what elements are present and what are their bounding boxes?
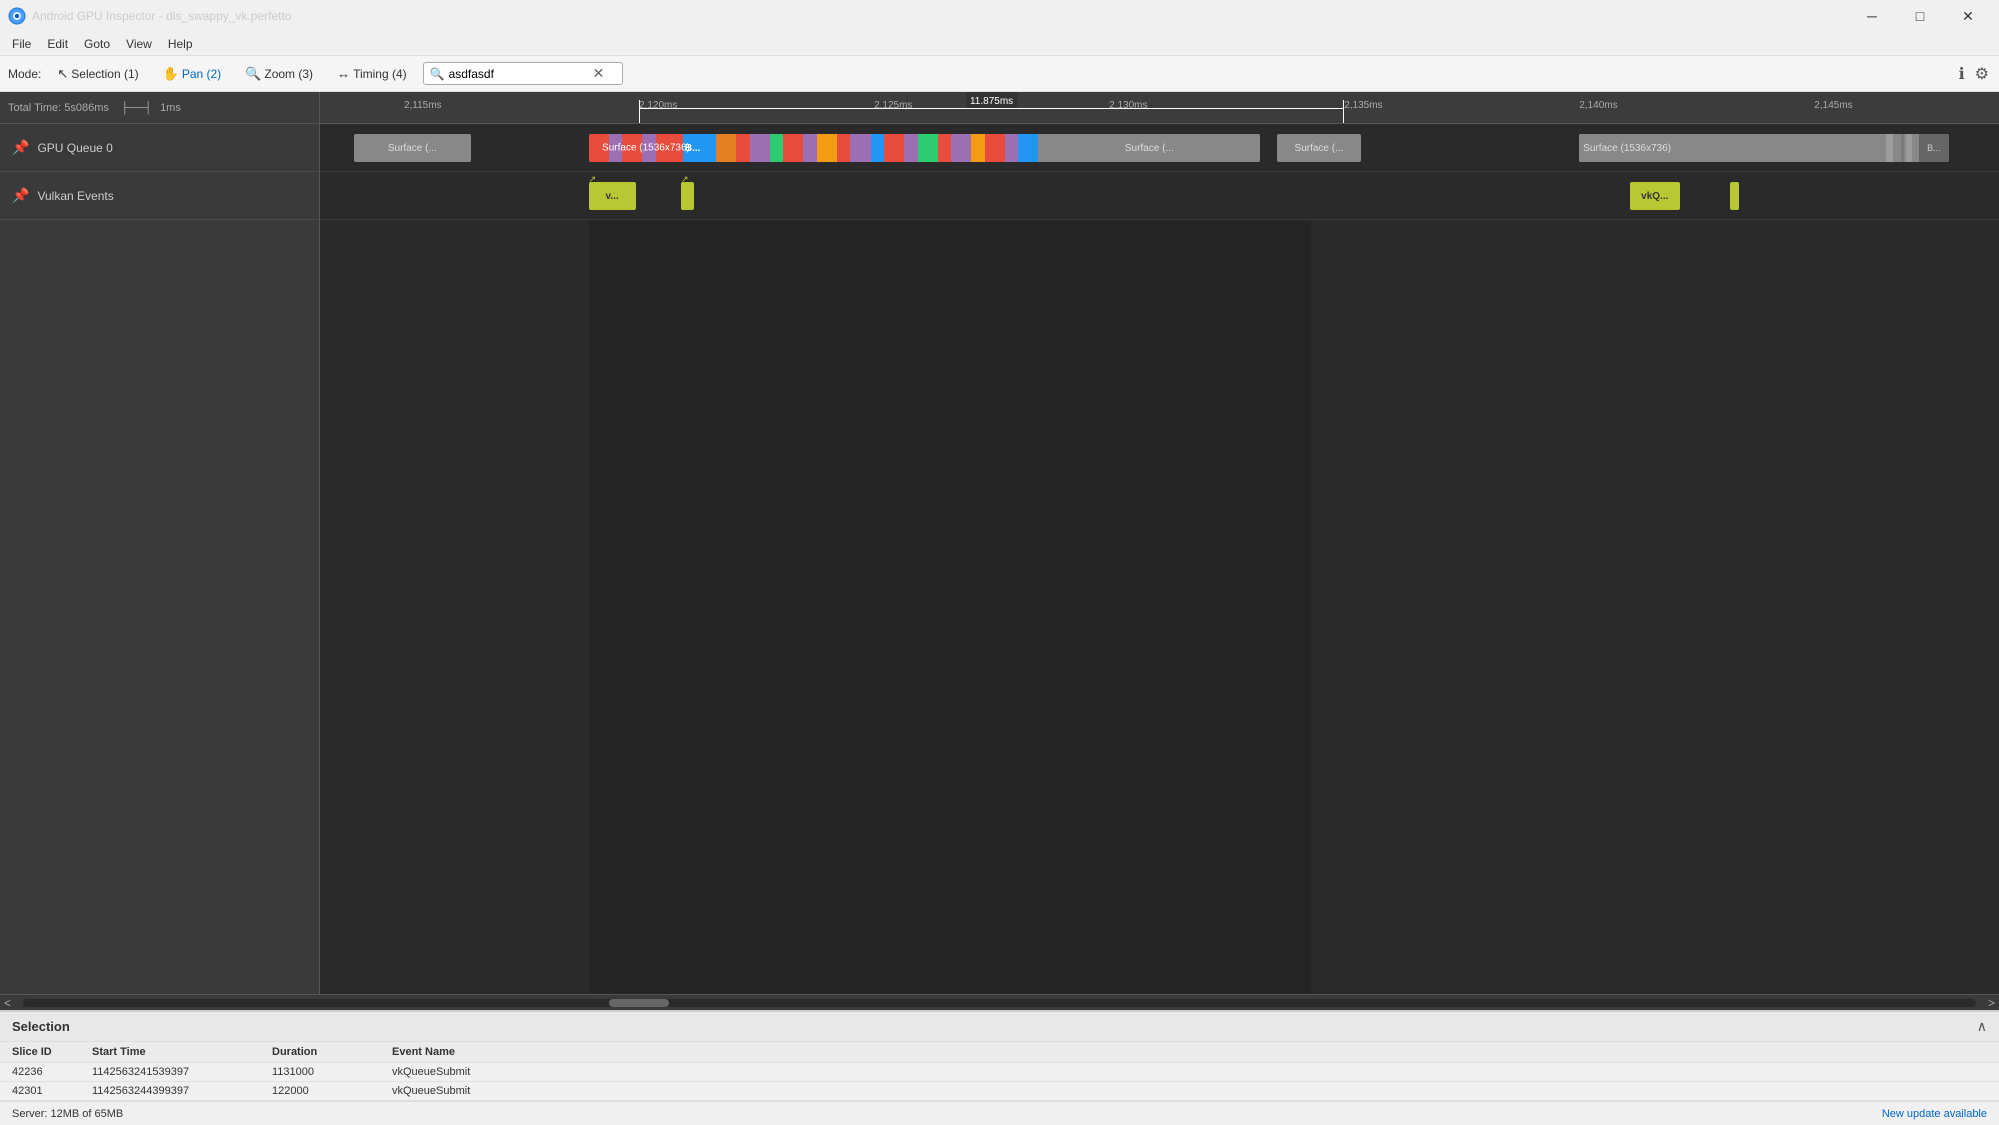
cell-slice-id-0: 42236	[12, 1066, 92, 1078]
selection-row-0[interactable]: 42236 1142563241539397 1131000 vkQueueSu…	[0, 1063, 1999, 1082]
tracks-content[interactable]: Surface (... B...	[320, 124, 1999, 994]
mode-zoom-label: Zoom (3)	[264, 67, 313, 81]
settings-button[interactable]: ⚙	[1973, 62, 1991, 86]
menu-view[interactable]: View	[118, 35, 160, 53]
title-bar: Android GPU Inspector - dls_swappy_vk.pe…	[0, 0, 1999, 32]
selection-panel: Selection ∧ Slice ID Start Time Duration…	[0, 1010, 1999, 1101]
mode-pan-label: Pan (2)	[182, 67, 221, 81]
cell-event-name-1: vkQueueSubmit	[392, 1085, 1987, 1097]
timeline-ruler: 2,115ms 2,120ms 2,125ms 2,130ms 2,135ms …	[320, 92, 1999, 123]
measure-label: 11.875ms	[966, 92, 1017, 108]
cell-event-name-0: vkQueueSubmit	[392, 1066, 1987, 1078]
timeline-wrapper: Total Time: 5s086ms ├──┤ 1ms 2,115ms 2,1…	[0, 92, 1999, 1010]
time-marker-4: 2,135ms	[1344, 100, 1382, 111]
vulkan-small-segment-2[interactable]	[1730, 182, 1738, 210]
vulkan-vkq-segment[interactable]: vkQ...	[1630, 182, 1680, 210]
menu-edit[interactable]: Edit	[39, 35, 76, 53]
scale-bar-icon: ├──┤	[121, 102, 152, 114]
menu-bar: File Edit Goto View Help	[0, 32, 1999, 56]
selection-row-1[interactable]: 42301 1142563244399397 122000 vkQueueSub…	[0, 1082, 1999, 1101]
empty-right-area	[1311, 220, 1999, 994]
col-header-start-time: Start Time	[92, 1046, 272, 1058]
track-labels: 📌 GPU Queue 0 📌 Vulkan Events	[0, 124, 320, 994]
time-marker-5: 2,140ms	[1579, 100, 1617, 111]
col-header-slice-id: Slice ID	[12, 1046, 92, 1058]
selection-icon: ↖	[57, 66, 68, 82]
col-header-duration: Duration	[272, 1046, 392, 1058]
scroll-thumb[interactable]	[609, 999, 669, 1007]
empty-selection-area	[589, 220, 1311, 994]
mode-zoom-button[interactable]: 🔍 Zoom (3)	[237, 63, 321, 85]
vulkan-events-label-row: 📌 Vulkan Events	[0, 172, 319, 220]
empty-left-area	[320, 220, 589, 994]
app-icon	[8, 7, 26, 25]
measure-indicator: 11.875ms	[639, 92, 1344, 123]
gpu-surface-seg-1[interactable]: Surface (...	[354, 134, 472, 162]
gpu-queue-track-row: Surface (... B...	[320, 124, 1999, 172]
gpu-queue-label: GPU Queue 0	[37, 141, 112, 155]
minimize-button[interactable]: ─	[1849, 0, 1895, 32]
menu-goto[interactable]: Goto	[76, 35, 118, 53]
scroll-left-button[interactable]: <	[0, 996, 15, 1010]
mode-selection-label: Selection (1)	[71, 67, 138, 81]
title-text: Android GPU Inspector - dls_swappy_vk.pe…	[32, 9, 291, 23]
gpu-surface-multicolor[interactable]: B...	[589, 134, 1261, 162]
mode-timing-button[interactable]: ↔ Timing (4)	[329, 63, 415, 84]
cell-duration-0: 1131000	[272, 1066, 392, 1078]
time-scale-indicator: Total Time: 5s086ms ├──┤ 1ms	[8, 102, 181, 114]
close-button[interactable]: ✕	[1945, 0, 1991, 32]
cell-start-time-1: 1142563244399397	[92, 1085, 272, 1097]
gpu-surface-seg-right[interactable]: Surface (...	[1277, 134, 1361, 162]
server-info: Server: 12MB of 65MB	[12, 1108, 123, 1120]
timeline-info-panel: Total Time: 5s086ms ├──┤ 1ms	[0, 92, 320, 123]
maximize-button[interactable]: □	[1897, 0, 1943, 32]
gpu-surface-right[interactable]: Surface (1536x736) B...	[1579, 134, 1948, 162]
vulkan-small-segment-1[interactable]	[681, 182, 694, 210]
scroll-bar-area: < >	[0, 994, 1999, 1010]
status-bar: Server: 12MB of 65MB New update availabl…	[0, 1101, 1999, 1125]
mode-timing-label: Timing (4)	[353, 67, 407, 81]
cell-duration-1: 122000	[272, 1085, 392, 1097]
selection-table-header: Slice ID Start Time Duration Event Name	[0, 1042, 1999, 1063]
col-header-event-name: Event Name	[392, 1046, 1987, 1058]
search-clear-button[interactable]: ✕	[593, 65, 605, 82]
selection-title: Selection	[12, 1019, 70, 1034]
mode-label: Mode:	[8, 67, 41, 81]
mode-pan-button[interactable]: ✋ Pan (2)	[155, 63, 230, 85]
vulkan-events-track-row: ↗ v... ↗ vkQ...	[320, 172, 1999, 220]
search-input[interactable]	[449, 67, 589, 81]
time-marker-6: 2,145ms	[1814, 100, 1852, 111]
zoom-icon: 🔍	[245, 66, 261, 82]
cell-start-time-0: 1142563241539397	[92, 1066, 272, 1078]
selection-header: Selection ∧	[0, 1012, 1999, 1042]
vulkan-events-pin-icon[interactable]: 📌	[12, 187, 29, 204]
window-controls: ─ □ ✕	[1849, 0, 1991, 32]
menu-help[interactable]: Help	[160, 35, 201, 53]
gpu-queue-label-row: 📌 GPU Queue 0	[0, 124, 319, 172]
time-marker-0: 2,115ms	[404, 100, 442, 111]
search-container: 🔍 ✕	[423, 62, 623, 85]
scroll-right-button[interactable]: >	[1984, 996, 1999, 1010]
tracks-container: 📌 GPU Queue 0 📌 Vulkan Events Surface (.…	[0, 124, 1999, 994]
cell-slice-id-1: 42301	[12, 1085, 92, 1097]
toolbar: Mode: ↖ Selection (1) ✋ Pan (2) 🔍 Zoom (…	[0, 56, 1999, 92]
vulkan-v-segment[interactable]: v...	[589, 182, 636, 210]
scale-label: 1ms	[160, 102, 181, 114]
timeline-header: Total Time: 5s086ms ├──┤ 1ms 2,115ms 2,1…	[0, 92, 1999, 124]
pan-icon: ✋	[163, 66, 179, 82]
search-icon: 🔍	[430, 67, 445, 81]
info-button[interactable]: ℹ	[1957, 62, 1967, 86]
title-bar-left: Android GPU Inspector - dls_swappy_vk.pe…	[8, 7, 291, 25]
empty-track-area	[320, 220, 1999, 994]
mode-selection-button[interactable]: ↖ Selection (1)	[49, 63, 146, 85]
selection-collapse-button[interactable]: ∧	[1977, 1018, 1987, 1035]
vulkan-events-label: Vulkan Events	[37, 189, 113, 203]
timing-icon: ↔	[337, 66, 350, 81]
gpu-queue-pin-icon[interactable]: 📌	[12, 139, 29, 156]
toolbar-right: ℹ ⚙	[1957, 62, 1991, 86]
menu-file[interactable]: File	[4, 35, 39, 53]
update-link[interactable]: New update available	[1882, 1108, 1987, 1120]
scroll-track[interactable]	[23, 999, 1976, 1007]
total-time-label: Total Time: 5s086ms	[8, 102, 109, 114]
